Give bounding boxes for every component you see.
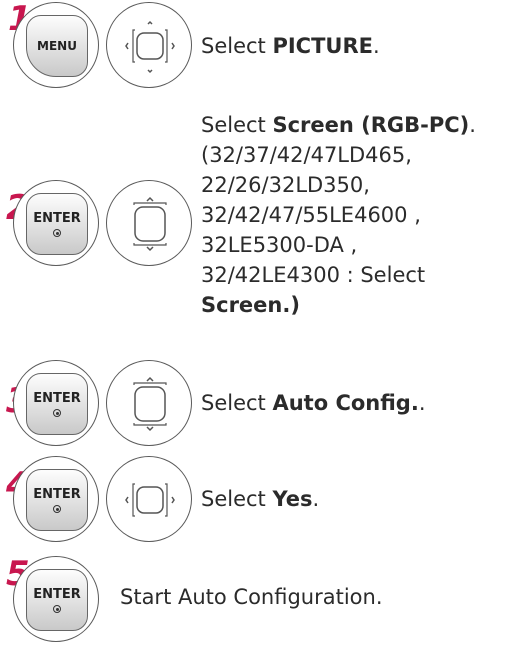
nav-left-right-icon[interactable] [106, 2, 192, 88]
menu-item-yes: Yes [272, 487, 313, 511]
enter-dot-icon [53, 229, 61, 237]
model-list-line: (32/37/42/47LD465, [201, 143, 412, 167]
menu-key-label: MENU [37, 39, 77, 53]
enter-key[interactable]: ENTER [26, 193, 88, 255]
enter-key-label: ENTER [33, 487, 81, 502]
enter-button-outline: ENTER [13, 180, 99, 266]
menu-button-outline: MENU [13, 2, 99, 88]
nav-left-right-icon[interactable] [106, 456, 192, 542]
enter-button-outline: ENTER [13, 456, 99, 542]
nav-up-down-icon[interactable] [106, 180, 192, 266]
model-list-line: 32LE5300-DA , [201, 233, 358, 257]
menu-key[interactable]: MENU [26, 15, 88, 77]
enter-dot-icon [53, 409, 61, 417]
enter-key-label: ENTER [33, 211, 81, 226]
step-text: Select Yes. [201, 487, 320, 511]
menu-item-auto-config: Auto Config. [272, 391, 419, 415]
enter-key[interactable]: ENTER [26, 373, 88, 435]
menu-item-screen-rgb-pc: Screen (RGB-PC) [272, 113, 470, 137]
menu-item-picture: PICTURE [272, 34, 373, 58]
step-text: Select Screen (RGB-PC). (32/37/42/47LD46… [201, 113, 476, 317]
model-list-line: 32/42LE4300 : Select [201, 263, 426, 287]
enter-key[interactable]: ENTER [26, 469, 88, 531]
menu-item-screen: Screen.) [201, 293, 300, 317]
model-list-line: 22/26/32LD350, [201, 173, 370, 197]
enter-button-outline: ENTER [13, 360, 99, 446]
nav-up-down-icon[interactable] [106, 360, 192, 446]
enter-key-label: ENTER [33, 587, 81, 602]
enter-button-outline: ENTER [13, 556, 99, 642]
model-list-line: 32/42/47/55LE4600 , [201, 203, 421, 227]
step-text: Start Auto Configuration. [120, 585, 383, 609]
step-text: Select PICTURE. [201, 34, 380, 58]
enter-dot-icon [53, 505, 61, 513]
enter-dot-icon [53, 605, 61, 613]
enter-key[interactable]: ENTER [26, 569, 88, 631]
step-text: Select Auto Config.. [201, 391, 426, 415]
enter-key-label: ENTER [33, 391, 81, 406]
